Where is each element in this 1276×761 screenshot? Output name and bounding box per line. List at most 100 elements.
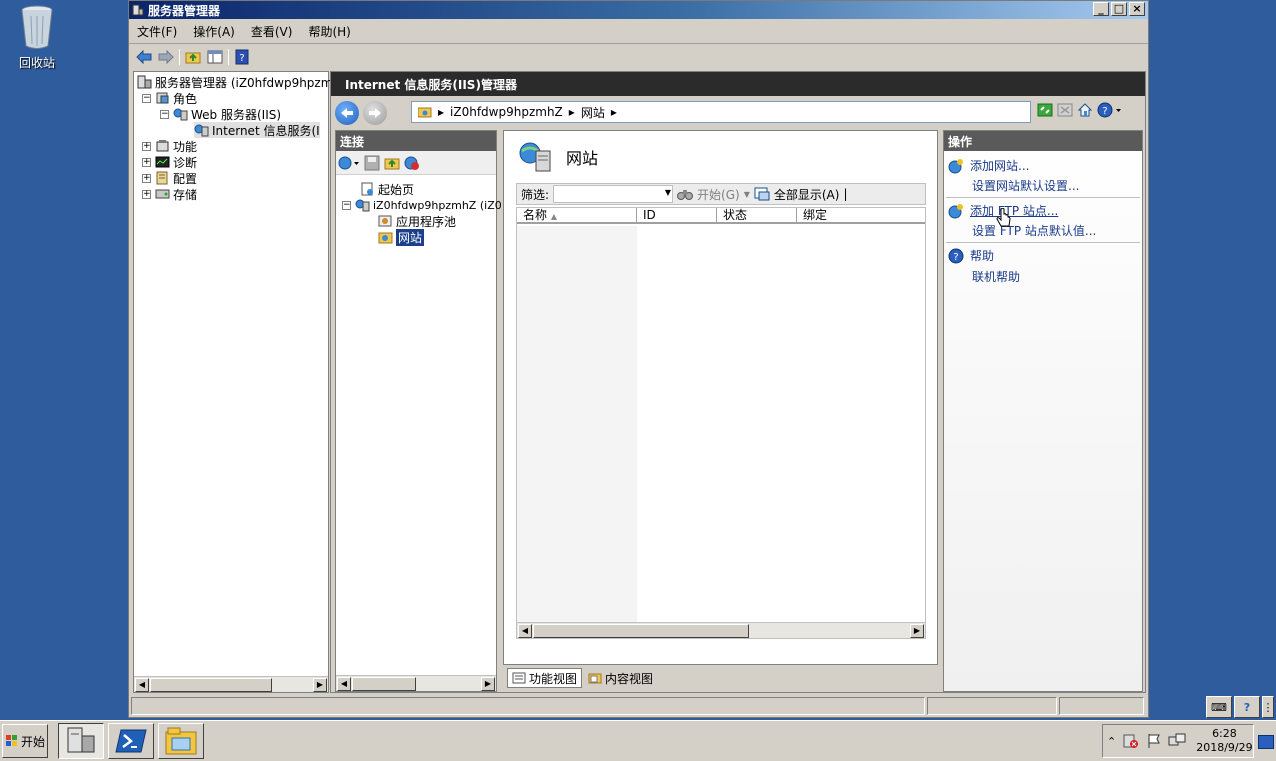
column-id[interactable]: ID [637, 208, 717, 222]
back-button[interactable] [335, 101, 359, 125]
expand-icon[interactable]: + [142, 173, 151, 183]
refresh-icon[interactable] [1037, 102, 1053, 118]
tree-features[interactable]: + 功能 [142, 138, 197, 154]
flag-icon[interactable] [1146, 733, 1162, 749]
collapse-icon[interactable]: − [142, 93, 151, 103]
menu-file[interactable]: 文件(F) [137, 23, 177, 40]
scroll-right-icon[interactable]: ▶ [910, 624, 924, 638]
site-folder-icon [418, 107, 432, 118]
tree-iis-node[interactable]: Internet 信息服务(I [194, 122, 320, 138]
column-binding[interactable]: 绑定 [797, 208, 925, 222]
up-folder-icon[interactable] [184, 48, 202, 66]
filter-start-dropdown-icon[interactable]: ▼ [744, 190, 750, 199]
show-desktop-button[interactable] [1258, 735, 1274, 749]
tree-root[interactable]: 服务器管理器 (iZ0hfdwp9hpzmh [137, 74, 340, 90]
add-site-action[interactable]: 添加网站... [948, 157, 1029, 174]
title-bar[interactable]: 服务器管理器 _ □ × [129, 1, 1148, 19]
stop-icon[interactable] [1057, 102, 1073, 118]
collapse-icon[interactable]: − [342, 200, 351, 210]
maximize-button[interactable]: □ [1111, 2, 1127, 16]
clock[interactable]: 6:28 2018/9/29 [1196, 727, 1252, 755]
network-icon[interactable] [1168, 733, 1186, 749]
online-help-action[interactable]: 联机帮助 [972, 268, 1020, 285]
expand-icon[interactable]: + [142, 141, 151, 151]
ftp-defaults-action[interactable]: 设置 FTP 站点默认值... [972, 222, 1096, 239]
show-hidden-icons[interactable]: ⌃ [1107, 735, 1116, 748]
tab-features-view[interactable]: 功能视图 [507, 668, 583, 688]
breadcrumb-sites[interactable]: 网站 [581, 104, 605, 121]
action-center-icon[interactable] [1122, 733, 1140, 749]
tree-web-server[interactable]: − Web 服务器(IIS) [160, 106, 281, 122]
expand-icon[interactable]: + [142, 189, 151, 199]
show-all-button[interactable]: 全部显示(A) [774, 186, 840, 203]
tree-diagnostics[interactable]: + 诊断 [142, 154, 197, 170]
menu-action[interactable]: 操作(A) [193, 23, 235, 40]
expand-icon[interactable]: + [142, 157, 151, 167]
filter-start-button[interactable]: 开始(G) [697, 186, 740, 203]
tree-storage[interactable]: + 存储 [142, 186, 197, 202]
scroll-left-icon[interactable]: ◀ [135, 678, 149, 692]
scroll-right-icon[interactable]: ▶ [481, 677, 495, 691]
conn-server[interactable]: − iZ0hfdwp9hpzmhZ (iZ0 [342, 197, 502, 213]
disconnect-icon[interactable] [404, 155, 420, 171]
tab-content-view[interactable]: 内容视图 [584, 668, 657, 688]
column-name[interactable]: 名称 ▲ [517, 208, 637, 222]
home-icon[interactable] [1077, 102, 1093, 118]
binoculars-icon[interactable] [677, 187, 694, 201]
conn-start-page[interactable]: 起始页 [360, 181, 414, 197]
start-button[interactable]: 开始 [2, 724, 48, 758]
options-icon[interactable]: ⋮ [1262, 696, 1274, 718]
scroll-thumb[interactable] [150, 678, 272, 692]
connect-globe-icon[interactable] [338, 155, 360, 171]
breadcrumb-server[interactable]: iZ0hfdwp9hpzmhZ [450, 105, 563, 119]
keyboard-icon[interactable]: ⌨ [1206, 696, 1232, 718]
collapse-icon[interactable]: − [160, 109, 169, 119]
scroll-left-icon[interactable]: ◀ [518, 624, 532, 638]
menu-view[interactable]: 查看(V) [251, 23, 293, 40]
sites-globe-icon [519, 142, 551, 172]
powershell-icon [115, 729, 147, 753]
conn-app-pools[interactable]: 应用程序池 [378, 213, 456, 229]
close-button[interactable]: × [1129, 2, 1145, 16]
help-book-icon[interactable]: ? [233, 48, 251, 66]
column-status[interactable]: 状态 [717, 208, 797, 222]
taskbar-server-manager[interactable] [58, 723, 104, 759]
filter-input[interactable] [553, 185, 674, 203]
tree-roles[interactable]: − 角色 [142, 90, 197, 106]
conn-sites[interactable]: 网站 [378, 228, 425, 246]
save-icon[interactable] [364, 155, 380, 171]
show-hide-tree-icon[interactable] [206, 48, 224, 66]
connections-toolbar [336, 151, 496, 175]
scroll-left-icon[interactable]: ◀ [337, 677, 351, 691]
help-icon[interactable]: ? [1097, 102, 1123, 118]
scroll-right-icon[interactable]: ▶ [313, 678, 327, 692]
forward-button[interactable] [363, 101, 387, 125]
tree-config[interactable]: + 配置 [142, 170, 197, 186]
recycle-bin[interactable]: 回收站 [8, 4, 66, 71]
start-page-icon [361, 182, 373, 196]
roles-icon [156, 92, 169, 104]
status-segment [1059, 697, 1144, 715]
server-tree-pane: 服务器管理器 (iZ0hfdwp9hpzmh − 角色 − Web 服务器(II… [133, 71, 340, 693]
address-bar[interactable]: ▸ iZ0hfdwp9hpzmhZ ▸ 网站 ▸ [411, 101, 1031, 123]
minimize-button[interactable]: _ [1093, 2, 1109, 16]
forward-arrow-icon[interactable] [157, 48, 175, 66]
menu-help[interactable]: 帮助(H) [308, 23, 350, 40]
taskbar-powershell[interactable] [108, 723, 154, 759]
svg-text:?: ? [239, 53, 244, 64]
connections-horizontal-scrollbar[interactable]: ◀ ▶ [336, 675, 496, 691]
scroll-thumb[interactable] [533, 624, 749, 638]
tree-diagnostics-label: 诊断 [173, 155, 198, 170]
table-horizontal-scrollbar[interactable]: ◀ ▶ [517, 622, 925, 638]
site-defaults-action[interactable]: 设置网站默认设置... [972, 177, 1079, 194]
taskbar-explorer[interactable] [158, 723, 204, 759]
help-action[interactable]: ? 帮助 [948, 247, 994, 264]
back-arrow-icon[interactable] [135, 48, 153, 66]
help-circle-icon[interactable]: ? [1234, 696, 1260, 718]
scroll-thumb[interactable] [352, 677, 416, 691]
up-folder-icon[interactable] [384, 155, 400, 171]
sort-asc-icon: ▲ [550, 212, 557, 221]
connections-pane: 连接 起始页 − iZ0hfdwp9hpzmhZ (iZ0 应用程序池 网站 ◀… [335, 130, 502, 692]
tree-horizontal-scrollbar[interactable]: ◀ ▶ [134, 676, 328, 692]
svg-text:?: ? [1102, 106, 1107, 117]
